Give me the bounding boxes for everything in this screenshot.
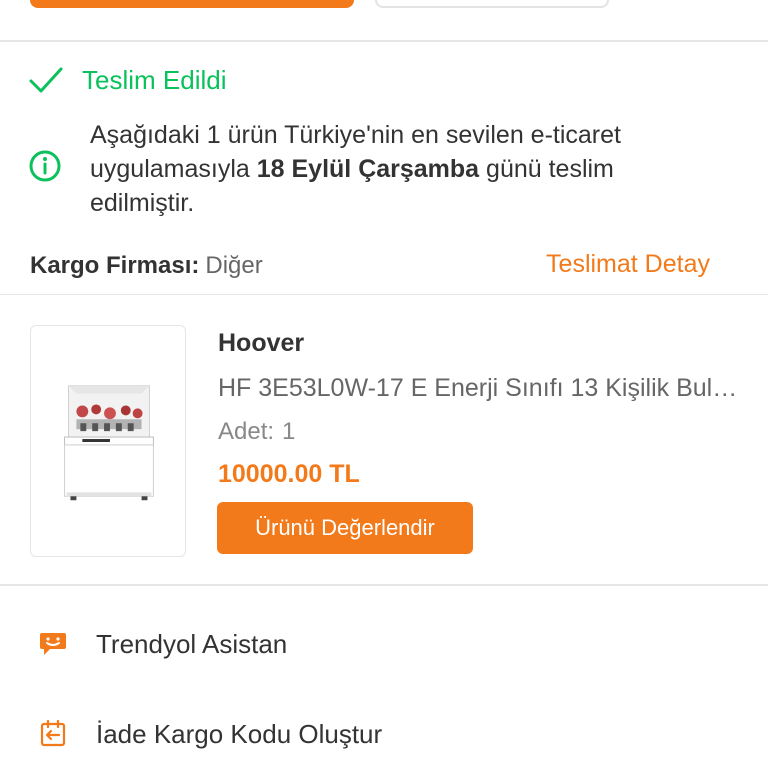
menu-item-trendyol-assistant[interactable]: Trendyol Asistan: [0, 614, 768, 674]
delivery-detail-link[interactable]: Teslimat Detay: [546, 250, 710, 279]
cargo-company-value: Diğer: [205, 252, 263, 279]
review-product-button[interactable]: Ürünü Değerlendir: [217, 502, 473, 554]
info-icon: [29, 150, 61, 182]
menu-item-label: İade Kargo Kodu Oluştur: [96, 718, 383, 749]
product-name[interactable]: HF 3E53L0W-17 E Enerji Sınıfı 13 Kişilik…: [218, 374, 738, 403]
top-action-bar: [0, 0, 768, 42]
menu-item-label: Trendyol Asistan: [96, 628, 288, 659]
top-primary-button[interactable]: [30, 0, 354, 8]
delivery-status: Teslim Edildi: [28, 62, 227, 98]
quantity-value: 1: [282, 418, 296, 445]
product-image[interactable]: [30, 325, 186, 557]
product-brand: Hoover: [218, 329, 305, 357]
chat-bot-icon: [40, 633, 66, 655]
top-secondary-button[interactable]: [375, 0, 609, 8]
return-box-icon: [40, 719, 66, 747]
quantity-label: Adet:: [218, 418, 275, 445]
dishwasher-image: [64, 385, 154, 501]
product-price: 10000.00 TL: [218, 460, 360, 488]
menu-item-return-code[interactable]: İade Kargo Kodu Oluştur: [0, 704, 768, 764]
cargo-company: Kargo Firması: Diğer: [30, 252, 263, 280]
status-label: Teslim Edildi: [82, 64, 227, 95]
delivery-date: 18 Eylül Çarşamba: [256, 155, 480, 183]
product-card: Hoover HF 3E53L0W-17 E Enerji Sınıfı 13 …: [0, 294, 768, 586]
delivery-message: Aşağıdaki 1 ürün Türkiye'nin en sevilen …: [90, 118, 690, 220]
cargo-company-label: Kargo Firması:: [30, 252, 200, 279]
checkmark-icon: [29, 67, 63, 93]
delivery-info: Aşağıdaki 1 ürün Türkiye'nin en sevilen …: [28, 118, 728, 220]
product-quantity: Adet: 1: [218, 418, 295, 446]
